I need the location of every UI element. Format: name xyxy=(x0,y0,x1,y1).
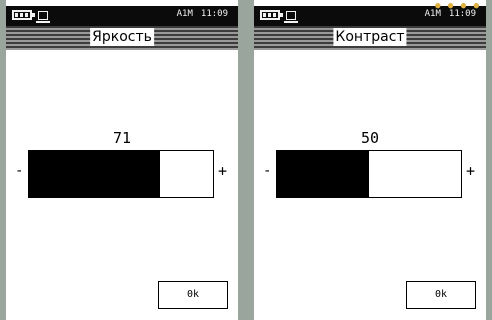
decrease-button[interactable]: - xyxy=(263,163,271,179)
contrast-screen: ● ● ● ● A1M 11:09 Контраст 50 - + 0k xyxy=(254,0,486,320)
increase-button[interactable]: + xyxy=(466,162,475,180)
screen-title: Контраст xyxy=(333,28,407,46)
title-bar: Яркость xyxy=(6,26,238,50)
ok-button[interactable]: 0k xyxy=(406,281,476,309)
level-value: 50 xyxy=(360,129,380,147)
status-info: A1M 11:09 xyxy=(425,9,476,19)
status-info: A1M 11:09 xyxy=(177,9,228,19)
level-fill xyxy=(277,151,369,197)
level-bar[interactable] xyxy=(276,150,462,198)
status-bar: ● ● ● ● A1M 11:09 xyxy=(254,2,486,26)
brightness-screen: A1M 11:09 Яркость 71 - + 0k xyxy=(6,0,238,320)
battery-icon xyxy=(12,10,35,20)
decrease-button[interactable]: - xyxy=(15,163,23,179)
title-bar: Контраст xyxy=(254,26,486,50)
status-mode: A1M xyxy=(176,9,193,19)
folder-icon xyxy=(36,11,50,23)
ok-button[interactable]: 0k xyxy=(158,281,228,309)
status-mode: A1M xyxy=(424,9,441,19)
status-time: 11:09 xyxy=(448,9,476,19)
level-bar[interactable] xyxy=(28,150,214,198)
battery-icon xyxy=(260,10,283,20)
status-time: 11:09 xyxy=(200,9,228,19)
increase-button[interactable]: + xyxy=(218,162,227,180)
status-bar: A1M 11:09 xyxy=(6,6,238,26)
level-value: 71 xyxy=(112,129,132,147)
level-fill xyxy=(29,151,160,197)
folder-icon xyxy=(284,11,298,23)
screen-title: Яркость xyxy=(90,28,154,46)
